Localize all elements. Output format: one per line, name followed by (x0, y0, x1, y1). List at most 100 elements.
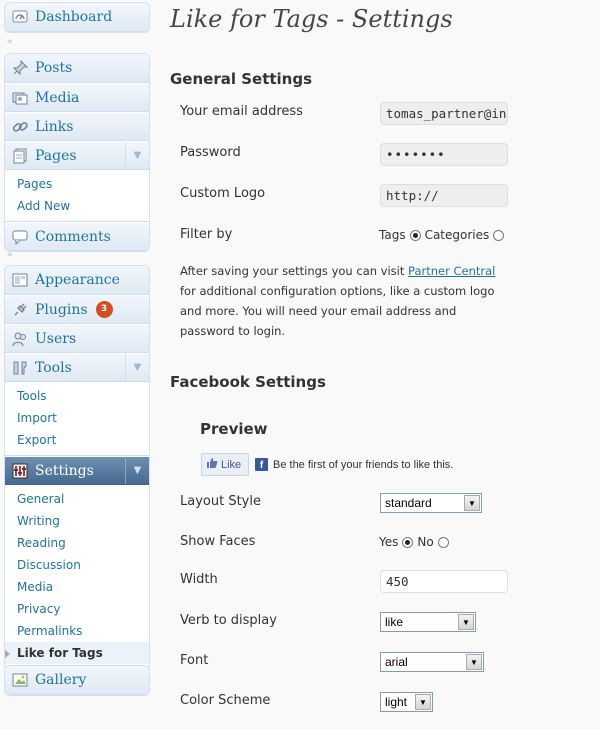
menu-pages[interactable]: Pages ▼ (5, 141, 149, 170)
color-scheme-label: Color Scheme (180, 693, 271, 708)
menu-dashboard[interactable]: Dashboard (5, 3, 149, 32)
menu-gallery[interactable]: Gallery (5, 666, 149, 695)
font-label: Font (180, 653, 209, 668)
show-faces-label: Show Faces (180, 534, 256, 549)
settings-icon (11, 462, 29, 480)
submenu-reading[interactable]: Reading (5, 532, 149, 554)
plugins-update-badge: 3 (95, 301, 113, 318)
menu-links-label: Links (35, 118, 74, 135)
width-label: Width (180, 572, 218, 587)
filter-categories-radio[interactable] (493, 229, 505, 241)
verb-label: Verb to display (180, 613, 277, 628)
submenu-privacy[interactable]: Privacy (5, 598, 149, 620)
verb-select[interactable]: like ▼ (380, 612, 476, 632)
submenu-discussion[interactable]: Discussion (5, 554, 149, 576)
submenu-media[interactable]: Media (5, 576, 149, 598)
gallery-icon (11, 671, 29, 689)
menu-tools-label: Tools (35, 359, 72, 376)
menu-tools[interactable]: Tools ▼ (5, 353, 149, 382)
menu-posts-label: Posts (35, 60, 73, 76)
partner-central-description: After saving your settings you can visit… (180, 261, 510, 341)
color-scheme-select[interactable]: light ▼ (380, 692, 433, 712)
password-field[interactable]: ••••••• (380, 143, 508, 166)
facebook-settings-heading: Facebook Settings (170, 373, 326, 391)
show-faces-yes-radio[interactable] (402, 536, 414, 548)
show-faces-no-radio[interactable] (437, 536, 449, 548)
chevron-down-icon: ▼ (464, 495, 480, 511)
show-faces-no-label: No (417, 535, 434, 549)
menu-settings-label: Settings (35, 462, 94, 479)
submenu-like-for-tags[interactable]: Like for Tags (5, 642, 149, 664)
email-label: Your email address (180, 104, 303, 119)
settings-submenu: General Writing Reading Discussion Media… (5, 485, 149, 669)
verb-value: like (385, 615, 404, 629)
email-field[interactable]: tomas_partner@ing (380, 102, 508, 125)
menu-pages-label: Pages (35, 147, 77, 164)
admin-sidebar: Dashboard « Posts Media Links Pages ▼ Pa… (0, 0, 152, 729)
preview-heading: Preview (200, 420, 268, 438)
submenu-import[interactable]: Import (5, 407, 149, 429)
menu-group-dashboard: Dashboard (4, 2, 150, 33)
filter-by-radio-group: Tags Categories (379, 228, 508, 242)
menu-plugins-label: Plugins (35, 301, 88, 318)
facebook-like-button[interactable]: Like (201, 453, 249, 476)
thumbs-up-icon (206, 457, 218, 472)
submenu-permalinks[interactable]: Permalinks (5, 620, 149, 642)
facebook-like-text: f Be the first of your friends to like t… (255, 458, 453, 471)
width-field[interactable]: 450 (380, 570, 508, 593)
submenu-pages[interactable]: Pages (5, 173, 149, 195)
submenu-writing[interactable]: Writing (5, 510, 149, 532)
menu-comments-label: Comments (35, 228, 111, 245)
font-select[interactable]: arial ▼ (380, 652, 484, 672)
submenu-add-new[interactable]: Add New (5, 195, 149, 217)
menu-media[interactable]: Media (5, 83, 149, 112)
menu-appearance[interactable]: Appearance (5, 266, 149, 295)
password-label: Password (180, 145, 241, 160)
tools-expand-arrow-icon[interactable]: ▼ (125, 354, 149, 381)
menu-gallery-label: Gallery (35, 672, 87, 688)
tools-submenu: Tools Import Export (5, 382, 149, 456)
menu-group-gallery: Gallery (4, 665, 150, 696)
custom-logo-label: Custom Logo (180, 186, 266, 201)
layout-style-label: Layout Style (180, 494, 261, 509)
layout-style-select[interactable]: standard ▼ (380, 493, 482, 513)
facebook-logo-icon: f (255, 458, 268, 471)
submenu-general[interactable]: General (5, 488, 149, 510)
menu-group-content: Posts Media Links Pages ▼ Pages Add New (4, 53, 150, 252)
submenu-export[interactable]: Export (5, 429, 149, 451)
collapse-arrow-icon[interactable]: « (7, 37, 13, 47)
menu-settings[interactable]: Settings ▼ (5, 456, 149, 485)
show-faces-radio-group: Yes No (379, 535, 453, 549)
show-faces-yes-label: Yes (379, 535, 399, 549)
menu-posts[interactable]: Posts (5, 54, 149, 83)
desc-after: for additional configuration options, li… (180, 284, 495, 338)
appearance-icon (11, 271, 29, 289)
filter-tags-radio[interactable] (409, 229, 421, 241)
menu-links[interactable]: Links (5, 112, 149, 141)
font-value: arial (385, 655, 408, 669)
layout-style-value: standard (385, 496, 432, 510)
filter-categories-label: Categories (424, 228, 490, 242)
custom-logo-field[interactable]: http:// (380, 184, 508, 207)
menu-comments[interactable]: Comments (5, 222, 149, 251)
menu-appearance-label: Appearance (35, 272, 120, 288)
collapse-arrow-icon[interactable]: « (7, 250, 13, 260)
desc-before: After saving your settings you can visit (180, 264, 409, 278)
dashboard-icon (11, 8, 29, 26)
tools-icon (11, 359, 29, 377)
menu-plugins[interactable]: Plugins 3 (5, 295, 149, 324)
pages-expand-arrow-icon[interactable]: ▼ (125, 142, 149, 169)
media-icon (11, 89, 29, 107)
users-icon (11, 330, 29, 348)
menu-users[interactable]: Users (5, 324, 149, 353)
chevron-down-icon: ▼ (415, 694, 431, 710)
filter-by-label: Filter by (180, 227, 233, 242)
pages-submenu: Pages Add New (5, 170, 149, 222)
pages-icon (11, 147, 29, 165)
facebook-like-label: Like (221, 458, 242, 471)
partner-central-link[interactable]: Partner Central (408, 264, 495, 278)
menu-media-label: Media (35, 89, 80, 106)
chevron-down-icon: ▼ (466, 654, 482, 670)
settings-expand-arrow-icon[interactable]: ▼ (125, 457, 149, 484)
submenu-tools[interactable]: Tools (5, 385, 149, 407)
